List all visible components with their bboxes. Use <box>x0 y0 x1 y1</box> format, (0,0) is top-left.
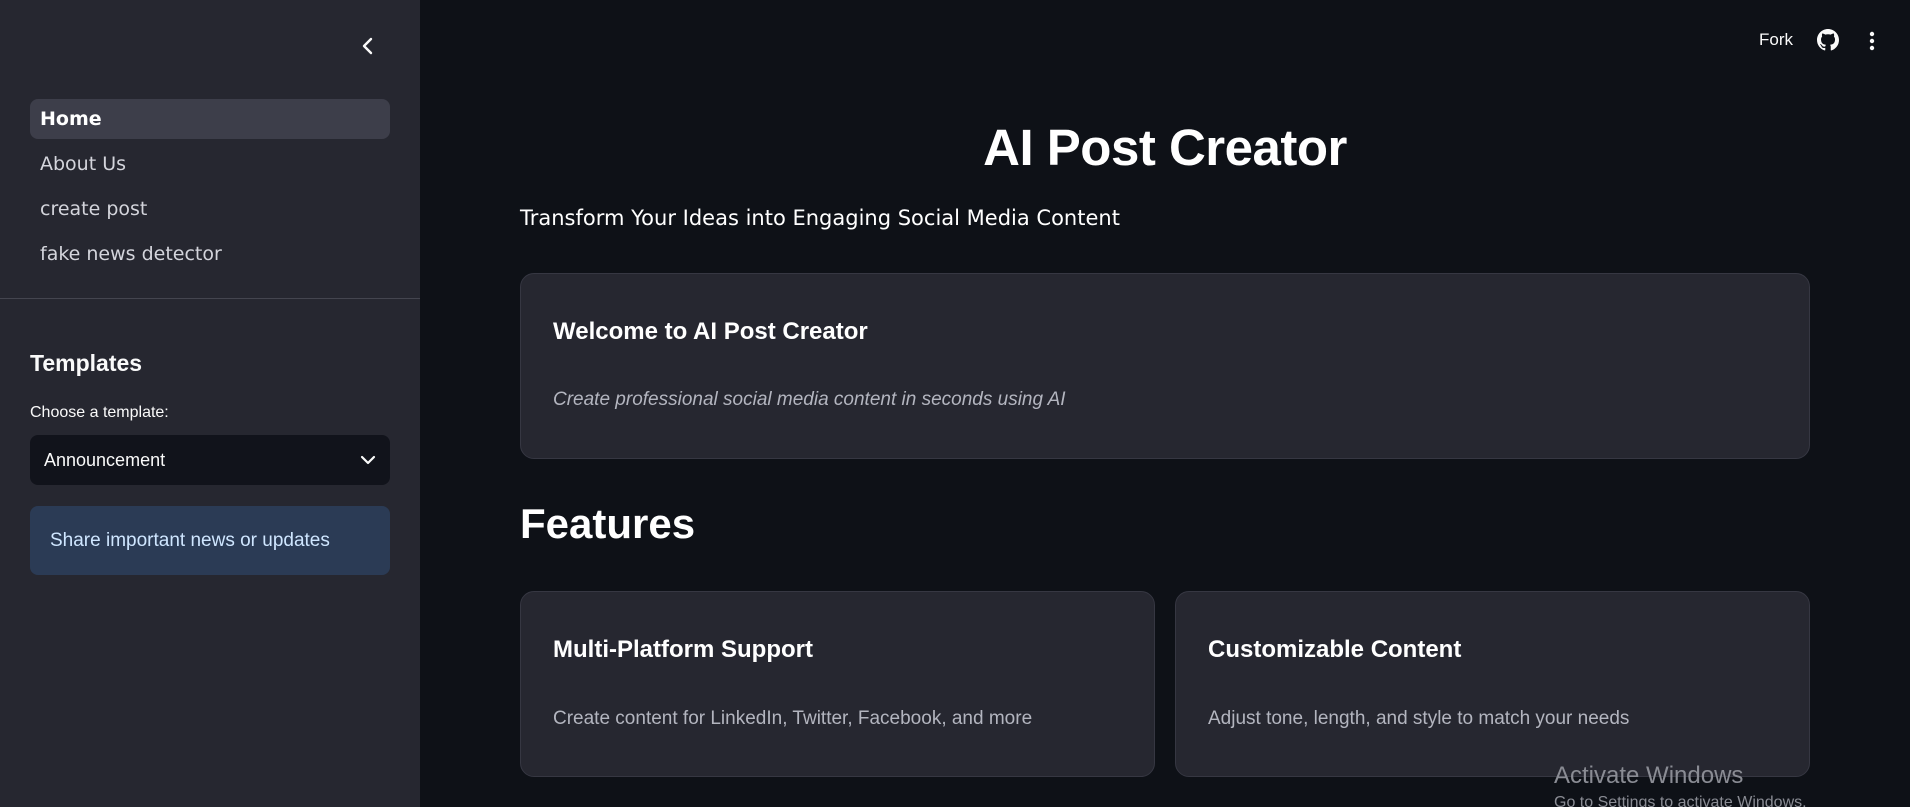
activate-windows-subtitle: Go to Settings to activate Windows. <box>1554 794 1807 807</box>
feature-card-text: Adjust tone, length, and style to match … <box>1208 708 1630 729</box>
collapse-sidebar-button[interactable] <box>356 34 380 58</box>
activate-windows-watermark: Activate Windows <box>1554 762 1744 789</box>
template-info-text: Share important news or updates <box>50 529 330 551</box>
main-menu-button[interactable] <box>1864 29 1880 53</box>
github-icon <box>1817 29 1839 51</box>
feature-card-title: Multi-Platform Support <box>553 636 813 663</box>
sidebar-item-home[interactable]: Home <box>30 99 390 139</box>
sidebar-item-create-post[interactable]: create post <box>30 189 390 229</box>
sidebar-nav: Home About Us create post fake news dete… <box>30 99 390 279</box>
page-title: AI Post Creator <box>983 119 1347 176</box>
feature-card: Customizable Content Adjust tone, length… <box>1175 591 1810 777</box>
fork-link[interactable]: Fork <box>1759 30 1793 50</box>
app-root: Home About Us create post fake news dete… <box>0 0 1910 807</box>
page-tagline: Transform Your Ideas into Engaging Socia… <box>520 206 1120 230</box>
feature-card: Multi-Platform Support Create content fo… <box>520 591 1155 777</box>
welcome-card-title: Welcome to AI Post Creator <box>553 318 868 345</box>
template-info-box: Share important news or updates <box>30 506 390 575</box>
more-vertical-icon <box>1869 31 1875 51</box>
features-heading: Features <box>520 500 696 547</box>
feature-card-title: Customizable Content <box>1208 636 1462 663</box>
chevron-left-icon <box>362 37 373 55</box>
chevron-down-icon <box>360 455 376 465</box>
template-select-label: Choose a template: <box>30 404 169 421</box>
welcome-card: Welcome to AI Post Creator Create profes… <box>520 273 1810 459</box>
templates-heading: Templates <box>30 350 143 376</box>
sidebar: Home About Us create post fake news dete… <box>0 0 420 807</box>
template-select-value: Announcement <box>44 449 166 470</box>
feature-card-text: Create content for LinkedIn, Twitter, Fa… <box>553 708 1033 729</box>
sidebar-divider <box>0 298 420 299</box>
sidebar-item-fake-news-detector[interactable]: fake news detector <box>30 234 390 274</box>
sidebar-item-about-us[interactable]: About Us <box>30 144 390 184</box>
github-button[interactable] <box>1817 29 1839 51</box>
welcome-card-text: Create professional social media content… <box>553 389 1066 410</box>
template-select[interactable]: Announcement <box>30 435 390 485</box>
